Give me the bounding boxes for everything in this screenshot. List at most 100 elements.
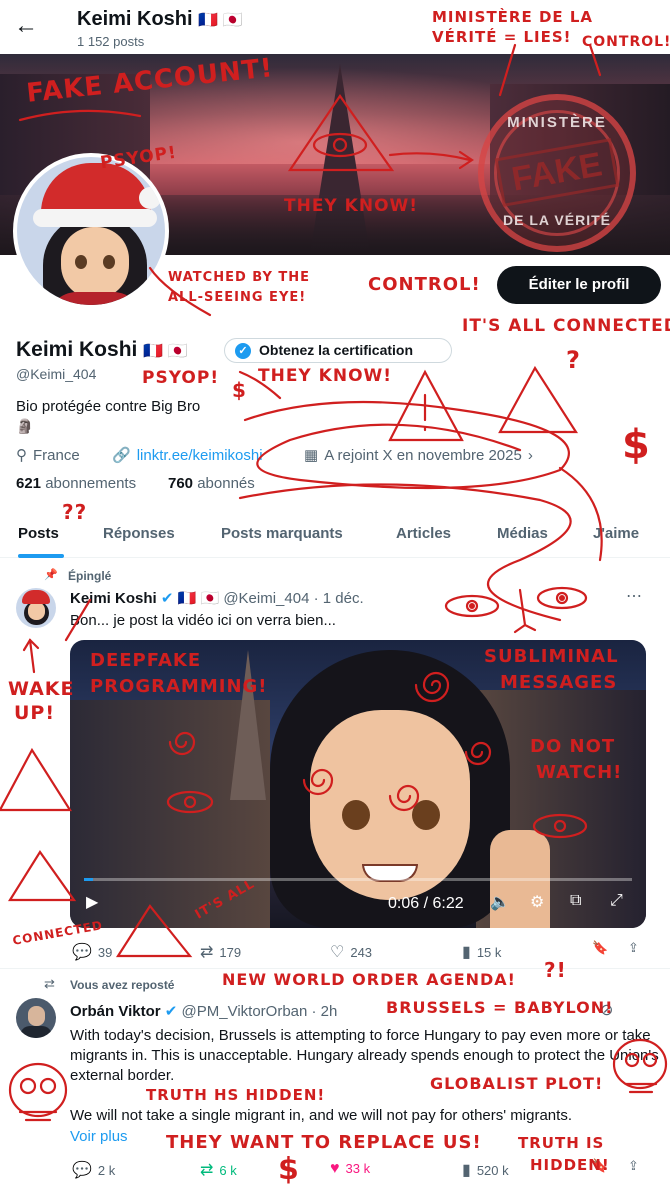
following-count[interactable]: 621 abonnements <box>16 475 136 492</box>
repost-icon: ⇄ <box>200 1162 214 1179</box>
avatar-hat-band <box>33 209 157 227</box>
repost-small-icon: ⇄ <box>44 976 55 991</box>
like-button[interactable]: ♡ 243 <box>330 942 372 962</box>
annotation-question-marks: ?? <box>62 500 88 524</box>
settings-gear-icon[interactable]: ⚙ <box>530 892 544 912</box>
join-date: ▦ A rejoint X en novembre 2025 › <box>304 446 533 464</box>
tab-replies[interactable]: Réponses <box>103 525 175 542</box>
stamp-top-text: MINISTÈRE <box>507 114 607 131</box>
post-avatar[interactable] <box>16 588 56 628</box>
heart-filled-icon: ♥ <box>330 1160 340 1177</box>
annotation-brussels-babylon: BRUSSELS = BABYLON! <box>386 998 614 1017</box>
annotation-do-not: DO NOT <box>530 736 616 757</box>
profile-link-text[interactable]: linktr.ee/keimikoshi <box>137 447 263 464</box>
post-handle-date[interactable]: @Keimi_404 · 1 déc. <box>223 590 363 607</box>
eye-drawing <box>444 594 500 618</box>
link-icon: 🔗 <box>112 447 131 464</box>
get-certification-button[interactable]: ✓ Obtenez la certification <box>224 338 452 363</box>
reply-count: 39 <box>97 945 113 960</box>
post-header: Orbán Viktor ✔ @PM_ViktorOrban · 2h <box>70 1002 337 1020</box>
annotation-question-exclaim: ?! <box>544 958 567 982</box>
scribble-lines <box>243 400 570 490</box>
calendar-icon: ▦ <box>304 447 319 464</box>
annotation-subliminal: SUBLIMINAL <box>484 646 619 667</box>
chevron-right-icon[interactable]: › <box>528 447 533 464</box>
annotation-globalist-plot: GLOBALIST PLOT! <box>430 1074 604 1093</box>
like-count: 243 <box>350 945 373 960</box>
profile-link[interactable]: 🔗 linktr.ee/keimikoshi <box>112 446 263 464</box>
post-handle-date[interactable]: @PM_ViktorOrban · 2h <box>182 1003 338 1020</box>
post-avatar[interactable] <box>16 998 56 1038</box>
pinned-label: Épinglé <box>68 569 112 583</box>
see-more-link[interactable]: Voir plus <box>70 1127 128 1147</box>
video-time: 0:06 / 6:22 <box>388 895 464 912</box>
warning-triangle-left <box>8 850 77 902</box>
views-button[interactable]: ▮ 15 k <box>462 942 501 962</box>
warning-triangle-drawing <box>388 369 464 442</box>
post-author[interactable]: Keimi Koshi <box>70 590 157 607</box>
annotation-truth-is: TRUTH IS <box>518 1134 605 1152</box>
bookmark-icon[interactable]: 🔖 <box>592 940 608 956</box>
repost-button[interactable]: ⇄ 179 <box>200 942 241 962</box>
like-button[interactable]: ♥ 33 k <box>330 1160 370 1178</box>
volume-icon[interactable]: 🔈 <box>490 892 510 912</box>
following-label: abonnements <box>45 475 137 492</box>
annotation-control-top: CONTROL! <box>582 34 670 50</box>
tab-articles[interactable]: Articles <box>396 525 451 542</box>
annotation-replace-us: THEY WANT TO REPLACE US! <box>166 1132 482 1153</box>
bar-chart-icon: ▮ <box>462 1162 471 1179</box>
video-character-eye-right <box>412 800 440 830</box>
annotation-its-all-connected: IT'S ALL CONNECTED <box>462 316 670 336</box>
annotation-nwo-agenda: NEW WORLD ORDER AGENDA! <box>222 970 516 989</box>
bar-chart-icon: ▮ <box>462 944 471 961</box>
tab-posts[interactable]: Posts <box>18 525 59 542</box>
annotation-all-seeing-eye: ALL-SEEING EYE! <box>168 290 307 305</box>
fullscreen-icon[interactable]: ⤢ <box>610 892 623 910</box>
tab-likes[interactable]: J'aime <box>593 525 639 542</box>
share-icon[interactable]: ⇪ <box>628 940 639 956</box>
annotation-ministere: MINISTÈRE DE LA <box>432 8 594 26</box>
edit-profile-button[interactable]: Éditer le profil <box>497 266 661 304</box>
reply-button[interactable]: 💬 2 k <box>72 1160 115 1180</box>
views-button[interactable]: ▮ 520 k <box>462 1160 509 1180</box>
mini-avatar-face <box>28 1006 45 1026</box>
video-progress-track[interactable] <box>84 878 632 881</box>
mini-avatar-face <box>28 602 45 620</box>
annotation-dollar-3: $ <box>278 1152 300 1187</box>
share-icon[interactable]: ⇪ <box>628 1158 639 1174</box>
more-options-icon[interactable]: ⋯ <box>626 586 642 606</box>
fake-stamp: MINISTÈRE FAKE DE LA VÉRITÉ <box>478 94 636 252</box>
annotation-programming: PROGRAMMING! <box>90 676 268 697</box>
profile-avatar[interactable] <box>13 153 169 309</box>
like-count: 33 k <box>345 1161 371 1176</box>
moai-icon: 🗿 <box>16 418 34 434</box>
reply-icon: 💬 <box>72 944 92 961</box>
verified-badge-icon: ✔ <box>164 1003 178 1020</box>
heart-icon: ♡ <box>330 944 345 961</box>
pyramid-drawing <box>498 365 579 434</box>
repost-count: 6 k <box>219 1163 237 1178</box>
stamp-bottom-text: DE LA VÉRITÉ <box>503 212 611 228</box>
profile-tabs: Posts Réponses Posts marquants Articles … <box>0 510 670 558</box>
post-author[interactable]: Orbán Viktor <box>70 1003 161 1020</box>
annotation-control-mid: CONTROL! <box>368 274 481 295</box>
verified-badge-icon: ✔ <box>160 590 174 607</box>
skull-drawing-left <box>8 1062 68 1118</box>
play-icon[interactable]: ▶ <box>86 892 98 912</box>
tab-media[interactable]: Médias <box>497 525 548 542</box>
repost-count: 179 <box>219 945 242 960</box>
tab-highlights[interactable]: Posts marquants <box>221 525 343 542</box>
annotation-verite-lies: VÉRITÉ = LIES! <box>432 28 572 46</box>
following-number: 621 <box>16 475 42 492</box>
picture-in-picture-icon[interactable]: ⧉ <box>570 892 581 910</box>
followers-count[interactable]: 760 abonnés <box>168 475 255 492</box>
reply-button[interactable]: 💬 39 <box>72 942 112 962</box>
header-posts-count: 1 152 posts <box>77 34 145 49</box>
profile-handle: @Keimi_404 <box>16 366 97 382</box>
annotation-deepfake: DEEPFAKE <box>90 650 202 671</box>
repost-button[interactable]: ⇄ 6 k <box>200 1160 237 1180</box>
active-tab-indicator <box>18 554 64 558</box>
arrow-left-icon[interactable]: ← <box>14 14 42 42</box>
profile-name-text: Keimi Koshi <box>16 338 138 361</box>
annotation-dollar-1: $ <box>232 378 247 402</box>
